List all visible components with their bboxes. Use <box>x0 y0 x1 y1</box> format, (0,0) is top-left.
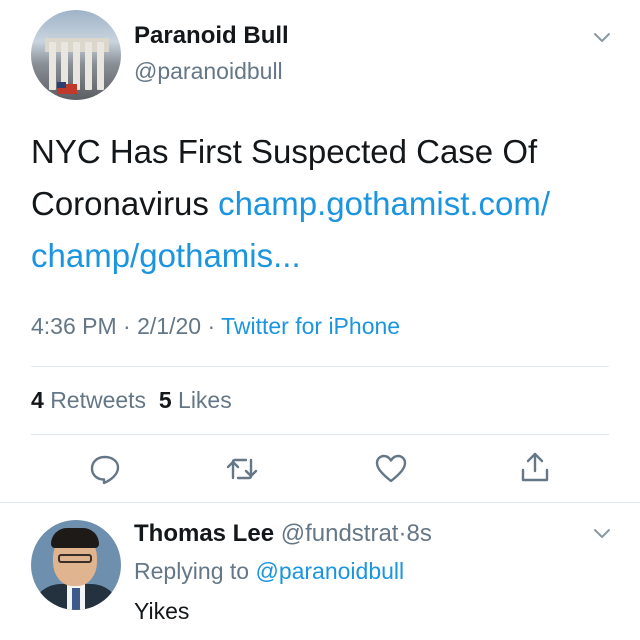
avatar-building-column <box>85 42 92 90</box>
tweet-meta: 4:36 PM · 2/1/20 · Twitter for iPhone <box>31 313 400 340</box>
reply-author-handle[interactable]: @fundstrat <box>281 520 399 547</box>
retweet-count: 4 <box>31 387 44 413</box>
meta-separator: · <box>201 313 222 339</box>
avatar-tie <box>72 588 80 610</box>
chevron-down-icon[interactable] <box>593 524 611 542</box>
engagement-stats: 4 Retweets 5 Likes <box>31 387 232 414</box>
divider <box>31 434 609 435</box>
replying-prefix: Replying to <box>134 558 256 584</box>
retweets-stat[interactable]: 4 Retweets <box>31 387 146 413</box>
meta-separator: · <box>116 313 138 339</box>
author-avatar[interactable] <box>31 10 121 100</box>
share-icon[interactable] <box>518 450 552 484</box>
author-handle[interactable]: @paranoidbull <box>134 58 283 85</box>
comment-icon[interactable] <box>88 452 122 486</box>
replying-mention[interactable]: @paranoidbull <box>255 558 404 584</box>
tweet-link-part2[interactable]: champ/gothamis... <box>31 237 301 274</box>
like-count: 5 <box>158 387 172 413</box>
tweet-source[interactable]: Twitter for iPhone <box>221 313 400 339</box>
tweet-date[interactable]: 2/1/20 <box>137 313 201 339</box>
retweet-icon[interactable] <box>225 452 259 486</box>
likes-stat[interactable]: 5 Likes <box>159 387 232 413</box>
divider <box>0 502 640 503</box>
reply-header: Thomas Lee @fundstrat·8s <box>134 520 432 548</box>
avatar-glasses <box>58 554 92 563</box>
reply-text: Yikes <box>134 598 190 624</box>
tweet-text: NYC Has First Suspected Case Of Coronavi… <box>31 126 611 282</box>
tweet-time[interactable]: 4:36 PM <box>31 313 117 339</box>
replying-to: Replying to @paranoidbull <box>134 558 404 585</box>
avatar-building-column <box>97 42 104 90</box>
retweet-label: Retweets <box>50 387 147 413</box>
author-name[interactable]: Paranoid Bull <box>134 22 289 50</box>
like-label: Likes <box>178 387 232 413</box>
heart-icon[interactable] <box>374 452 408 486</box>
reply-avatar[interactable] <box>31 520 121 610</box>
avatar-hair <box>51 528 99 548</box>
tweet-link-part1[interactable]: champ.gothamist.com/ <box>218 185 550 222</box>
divider <box>31 366 609 367</box>
reply-age: 8s <box>406 520 432 547</box>
chevron-down-icon[interactable] <box>593 28 611 46</box>
reply-author-name[interactable]: Thomas Lee <box>134 520 274 547</box>
avatar-building-column <box>49 42 56 90</box>
avatar-flag-canton <box>57 82 66 88</box>
avatar-building-column <box>73 42 80 90</box>
